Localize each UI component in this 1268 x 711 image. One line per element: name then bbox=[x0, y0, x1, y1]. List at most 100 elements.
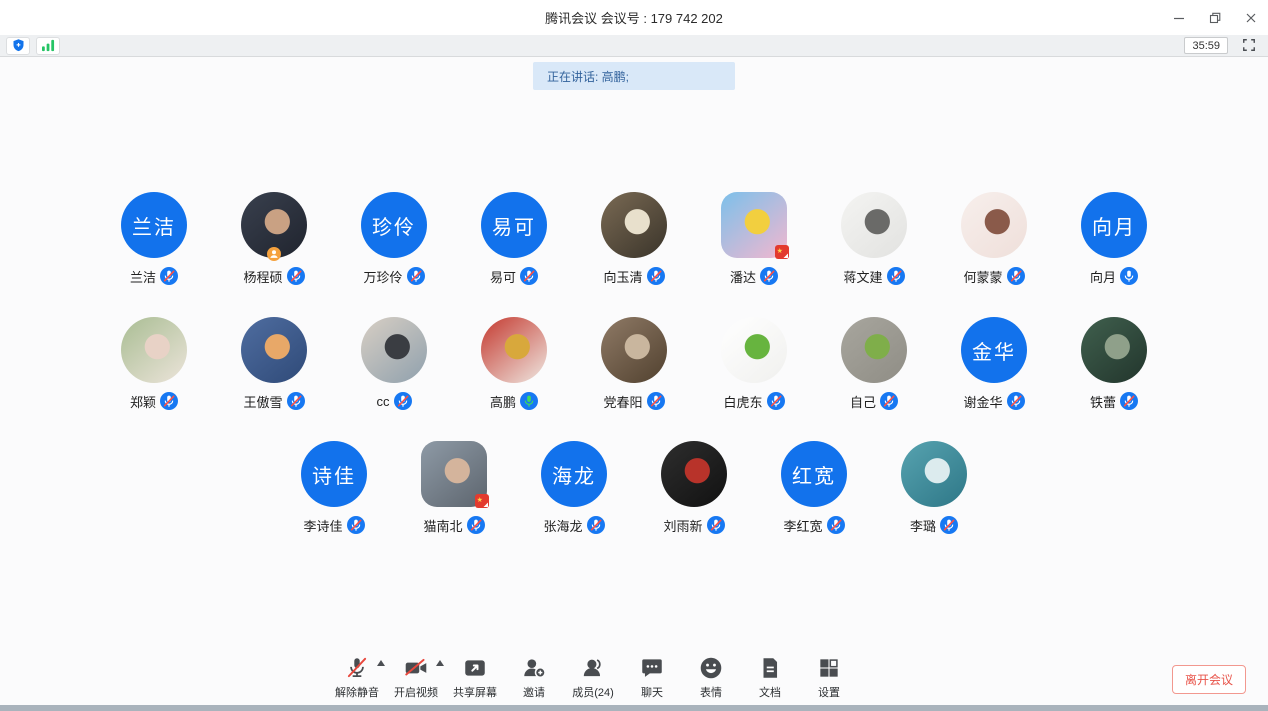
participant-avatar: 向月 bbox=[1081, 192, 1147, 258]
toolbar-chat-button[interactable]: 聊天 bbox=[630, 655, 674, 700]
taskbar-edge bbox=[0, 705, 1268, 711]
participant-tile[interactable]: 杨程硕 bbox=[214, 192, 334, 285]
flag-badge-icon: ★ bbox=[475, 494, 489, 508]
flag-badge-icon: ★ bbox=[775, 245, 789, 259]
participant-avatar bbox=[841, 192, 907, 258]
participant-avatar bbox=[661, 441, 727, 507]
participant-avatar bbox=[1081, 317, 1147, 383]
participant-label-row: 党春阳 bbox=[603, 392, 664, 410]
participant-tile[interactable]: 向月 向月 bbox=[1054, 192, 1174, 285]
avatar-initials: 珍伶 bbox=[372, 211, 416, 240]
participant-tile[interactable]: 易可 易可 bbox=[454, 192, 574, 285]
participant-label-row: 向月 bbox=[1090, 267, 1138, 285]
participant-tile[interactable]: 党春阳 bbox=[574, 317, 694, 410]
participant-label-row: 自己 bbox=[850, 392, 898, 410]
participant-avatar: 珍伶 bbox=[361, 192, 427, 258]
toolbar-label: 解除静音 bbox=[335, 684, 379, 700]
participant-name: 白虎东 bbox=[723, 392, 762, 411]
avatar-initials: 易可 bbox=[492, 211, 536, 240]
toolbar-document-button[interactable]: 文档 bbox=[748, 655, 792, 700]
minimize-button[interactable] bbox=[1172, 11, 1186, 25]
toolbar-members-button[interactable]: 成员(24) bbox=[571, 655, 615, 700]
toolbar-label: 邀请 bbox=[523, 684, 545, 700]
participant-tile[interactable]: cc bbox=[334, 317, 454, 410]
participant-avatar bbox=[601, 192, 667, 258]
participant-tile[interactable]: ★ 猫南北 bbox=[394, 441, 514, 534]
mic-status-icon bbox=[347, 516, 365, 534]
expand-caret-icon[interactable] bbox=[436, 660, 444, 666]
restore-window-button[interactable] bbox=[1208, 11, 1222, 25]
toolbar-share-screen-button[interactable]: 共享屏幕 bbox=[453, 655, 497, 700]
participant-label-row: 张海龙 bbox=[543, 516, 604, 534]
share-screen-icon bbox=[462, 655, 488, 681]
emoji-icon bbox=[698, 655, 724, 681]
avatar-initials: 诗佳 bbox=[312, 460, 356, 489]
avatar-initials: 兰洁 bbox=[132, 211, 176, 240]
participant-name: 李红宽 bbox=[783, 516, 822, 535]
mic-status-icon bbox=[520, 392, 538, 410]
participant-tile[interactable]: 向玉清 bbox=[574, 192, 694, 285]
toolbar-settings-button[interactable]: 设置 bbox=[807, 655, 851, 700]
security-shield-icon[interactable] bbox=[6, 37, 30, 55]
toolbar-label: 设置 bbox=[818, 684, 840, 700]
mic-off-icon bbox=[344, 655, 370, 681]
participant-name: 向玉清 bbox=[603, 267, 642, 286]
participant-tile[interactable]: 高鹏 bbox=[454, 317, 574, 410]
participant-tile[interactable]: 金华 谢金华 bbox=[934, 317, 1054, 410]
window-title: 腾讯会议 会议号 : 179 742 202 bbox=[545, 8, 723, 27]
participant-row-2: 郑颖 王傲雪 bbox=[0, 317, 1268, 410]
meeting-status-bar: 35:59 bbox=[0, 35, 1268, 57]
participant-avatar bbox=[901, 441, 967, 507]
participant-tile[interactable]: 海龙 张海龙 bbox=[514, 441, 634, 534]
participant-tile[interactable]: 刘雨新 bbox=[634, 441, 754, 534]
participant-tile[interactable]: 何蒙蒙 bbox=[934, 192, 1054, 285]
toolbar-mic-off-button[interactable]: 解除静音 bbox=[335, 655, 379, 700]
mic-status-icon bbox=[1007, 392, 1025, 410]
participant-avatar bbox=[361, 317, 427, 383]
toolbar-label: 开启视频 bbox=[394, 684, 438, 700]
mic-status-icon bbox=[394, 392, 412, 410]
network-signal-icon[interactable] bbox=[36, 37, 60, 55]
participant-name: 何蒙蒙 bbox=[963, 267, 1002, 286]
mic-status-icon bbox=[880, 392, 898, 410]
participant-label-row: 白虎东 bbox=[723, 392, 784, 410]
expand-caret-icon[interactable] bbox=[377, 660, 385, 666]
participant-avatar: 红宽 bbox=[781, 441, 847, 507]
participant-name: 潘达 bbox=[730, 267, 756, 286]
participant-tile[interactable]: 蒋文建 bbox=[814, 192, 934, 285]
mic-status-icon bbox=[827, 516, 845, 534]
toolbar-label: 聊天 bbox=[641, 684, 663, 700]
participant-tile[interactable]: ★ 潘达 bbox=[694, 192, 814, 285]
participant-label-row: cc bbox=[377, 392, 412, 410]
participant-name: cc bbox=[377, 394, 390, 409]
leave-meeting-button[interactable]: 离开会议 bbox=[1172, 665, 1246, 694]
participant-label-row: 铁蕾 bbox=[1090, 392, 1138, 410]
close-button[interactable] bbox=[1244, 11, 1258, 25]
participant-tile[interactable]: 红宽 李红宽 bbox=[754, 441, 874, 534]
toolbar-camera-off-button[interactable]: 开启视频 bbox=[394, 655, 438, 700]
participant-name: 兰洁 bbox=[130, 267, 156, 286]
toolbar-invite-button[interactable]: 邀请 bbox=[512, 655, 556, 700]
mic-status-icon bbox=[647, 392, 665, 410]
participant-tile[interactable]: 诗佳 李诗佳 bbox=[274, 441, 394, 534]
participant-tile[interactable]: 郑颖 bbox=[94, 317, 214, 410]
participant-row-3: 诗佳 李诗佳 ★ 猫南北 bbox=[0, 441, 1268, 534]
window-controls bbox=[1172, 0, 1258, 35]
participant-tile[interactable]: 白虎东 bbox=[694, 317, 814, 410]
participant-tile[interactable]: 兰洁 兰洁 bbox=[94, 192, 214, 285]
mic-status-icon bbox=[467, 516, 485, 534]
participant-avatar: 诗佳 bbox=[301, 441, 367, 507]
participant-avatar bbox=[241, 192, 307, 258]
participant-label-row: 潘达 bbox=[730, 267, 778, 285]
participant-tile[interactable]: 王傲雪 bbox=[214, 317, 334, 410]
participant-tile[interactable]: 自己 bbox=[814, 317, 934, 410]
mic-status-icon bbox=[520, 267, 538, 285]
participant-tile[interactable]: 珍伶 万珍伶 bbox=[334, 192, 454, 285]
participant-tile[interactable]: 铁蕾 bbox=[1054, 317, 1174, 410]
participant-name: 高鹏 bbox=[490, 392, 516, 411]
participant-tile[interactable]: 李璐 bbox=[874, 441, 994, 534]
toolbar-emoji-button[interactable]: 表情 bbox=[689, 655, 733, 700]
meeting-timer: 35:59 bbox=[1184, 37, 1228, 54]
fullscreen-icon[interactable] bbox=[1242, 38, 1256, 57]
participant-label-row: 高鹏 bbox=[490, 392, 538, 410]
